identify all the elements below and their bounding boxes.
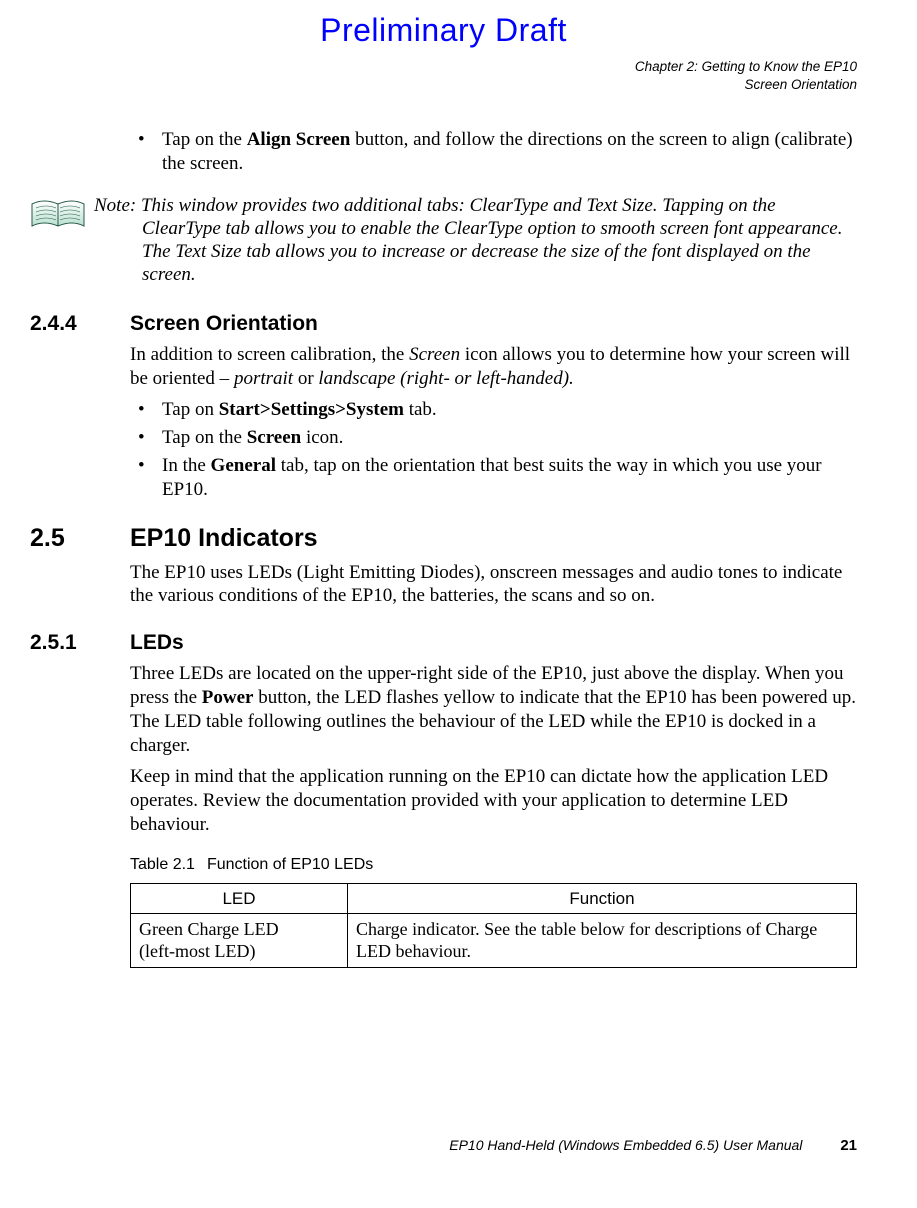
note-first-line: This window provides two additional tabs… xyxy=(141,195,776,216)
bullet-screen-icon: Tap on the Screen icon. xyxy=(130,426,857,450)
section-title: LEDs xyxy=(130,630,184,656)
text-bold: Align Screen xyxy=(247,129,351,150)
bullet-general-tab: In the General tab, tap on the orientati… xyxy=(130,454,857,502)
table-header-row: LED Function xyxy=(131,883,857,913)
caption-title: Function of EP10 LEDs xyxy=(207,856,373,873)
text-bold: Start>Settings>System xyxy=(219,399,404,420)
table-caption: Table 2.1 Function of EP10 LEDs xyxy=(130,855,857,875)
section-title: EP10 Indicators xyxy=(130,523,318,554)
header-chapter: Chapter 2: Getting to Know the EP10 xyxy=(635,59,857,74)
note-lead: Note: xyxy=(94,195,141,216)
led-table: LED Function Green Charge LED (left-most… xyxy=(130,883,857,968)
text: Tap on the xyxy=(162,427,247,448)
page-number: 21 xyxy=(840,1137,857,1154)
text-bold: General xyxy=(211,455,276,476)
note-block: Note: This window provides two additiona… xyxy=(30,194,857,287)
text: In the xyxy=(162,455,211,476)
preliminary-draft-label: Preliminary Draft xyxy=(30,10,857,50)
caption-number: Table 2.1 xyxy=(130,856,195,873)
text: or xyxy=(293,368,318,389)
text-bold: Power xyxy=(202,687,254,708)
paragraph: Three LEDs are located on the upper-righ… xyxy=(130,662,857,757)
bullet-align-screen: Tap on the Align Screen button, and foll… xyxy=(130,128,857,176)
bullet-start-settings: Tap on Start>Settings>System tab. xyxy=(130,398,857,422)
footer-title: EP10 Hand-Held (Windows Embedded 6.5) Us… xyxy=(449,1137,802,1153)
paragraph: The EP10 uses LEDs (Light Emitting Diode… xyxy=(130,561,857,609)
text: Tap on xyxy=(162,399,219,420)
text: Green Charge LED xyxy=(139,919,279,939)
note-rest: ClearType tab allows you to enable the C… xyxy=(94,217,857,287)
paragraph: In addition to screen calibration, the S… xyxy=(130,343,857,391)
section-title: Screen Orientation xyxy=(130,311,318,337)
text: Tap on the xyxy=(162,129,247,150)
table-row: Green Charge LED (left-most LED) Charge … xyxy=(131,913,857,967)
text: In addition to screen calibration, the xyxy=(130,344,409,365)
text: (left-most LED) xyxy=(139,941,255,961)
section-number: 2.4.4 xyxy=(30,311,130,337)
text-italic: portrait xyxy=(234,368,293,389)
text-italic: Screen xyxy=(409,344,460,365)
section-number: 2.5 xyxy=(30,523,130,554)
page-header: Chapter 2: Getting to Know the EP10 Scre… xyxy=(30,58,857,94)
text: icon. xyxy=(301,427,343,448)
text-bold: Screen xyxy=(247,427,302,448)
text-italic: landscape (right- or left-handed). xyxy=(318,368,573,389)
note-text: Note: This window provides two additiona… xyxy=(90,194,857,287)
page-footer: EP10 Hand-Held (Windows Embedded 6.5) Us… xyxy=(449,1137,857,1156)
text: tab. xyxy=(404,399,437,420)
paragraph: Keep in mind that the application runnin… xyxy=(130,765,857,836)
td-led: Green Charge LED (left-most LED) xyxy=(131,913,348,967)
td-function: Charge indicator. See the table below fo… xyxy=(348,913,857,967)
th-led: LED xyxy=(131,883,348,913)
section-number: 2.5.1 xyxy=(30,630,130,656)
th-function: Function xyxy=(348,883,857,913)
header-section: Screen Orientation xyxy=(744,77,857,92)
open-book-icon xyxy=(30,194,90,237)
